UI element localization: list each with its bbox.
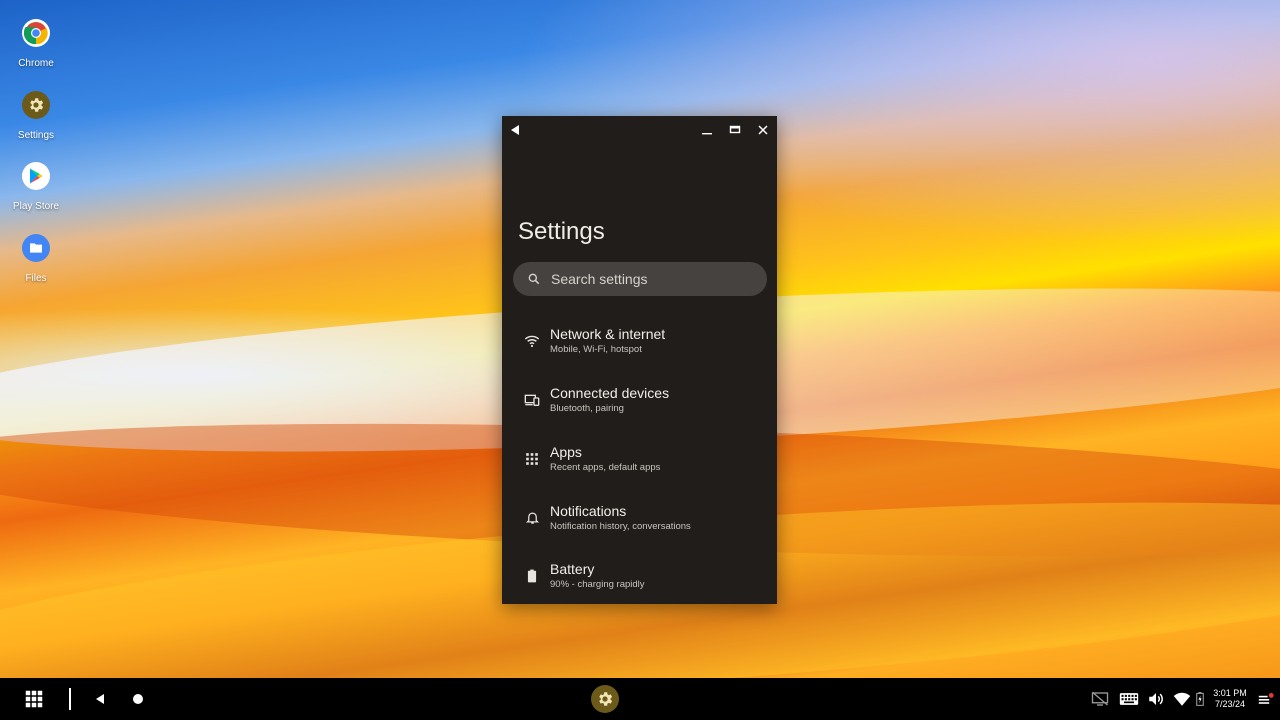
search-bar[interactable] (513, 262, 767, 296)
settings-item-subtitle: 90% - charging rapidly (550, 579, 645, 591)
clock-date: 7/23/24 (1214, 699, 1246, 709)
minimize-icon[interactable] (696, 120, 718, 140)
wifi-icon (522, 331, 542, 351)
settings-list: Network & internet Mobile, Wi-Fi, hotspo… (502, 312, 777, 604)
screen-cast-off-icon[interactable] (1090, 689, 1110, 709)
settings-window: Settings Network & internet Mobile, Wi-F… (502, 116, 777, 604)
taskbar: 3:01 PM 7/23/24 (0, 678, 1280, 720)
settings-item-title: Connected devices (550, 385, 670, 402)
desktop-icon-label: Chrome (18, 58, 54, 69)
settings-item-title: Battery (550, 561, 595, 578)
desktop-icon-play-store[interactable]: Play Store (0, 157, 72, 229)
desktop-icon-files[interactable]: Files (0, 229, 72, 301)
folder-icon (22, 233, 50, 262)
settings-item-title: Apps (550, 443, 582, 460)
settings-gear-icon (22, 90, 50, 119)
settings-item-battery[interactable]: Battery 90% - charging rapidly (502, 547, 777, 604)
search-icon (527, 272, 541, 286)
desktop-icon-label: Files (25, 272, 47, 284)
bell-icon (522, 508, 542, 528)
settings-item-subtitle: Mobile, Wi-Fi, hotspot (550, 344, 642, 356)
desktop-icon-settings[interactable]: Settings (0, 86, 72, 158)
close-icon[interactable] (752, 120, 774, 140)
settings-item-subtitle: Recent apps, default apps (550, 461, 661, 473)
clock-time: 3:01 PM (1213, 688, 1247, 698)
keyboard-icon[interactable] (1118, 689, 1140, 709)
battery-icon (522, 566, 542, 586)
nav-back-icon[interactable] (92, 691, 108, 707)
volume-icon[interactable] (1146, 689, 1166, 709)
wifi-status-icon[interactable] (1172, 689, 1192, 709)
settings-item-subtitle: Notification history, conversations (550, 520, 691, 532)
clock[interactable]: 3:01 PM 7/23/24 (1210, 688, 1250, 710)
settings-item-apps[interactable]: Apps Recent apps, default apps (502, 430, 777, 489)
settings-item-notifications[interactable]: Notifications Notification history, conv… (502, 488, 777, 547)
maximize-icon[interactable] (724, 120, 746, 140)
devices-icon (522, 390, 542, 410)
settings-item-connected-devices[interactable]: Connected devices Bluetooth, pairing (502, 371, 777, 430)
app-launcher-icon[interactable] (24, 689, 44, 709)
settings-item-title: Notifications (550, 502, 627, 519)
back-arrow-icon[interactable] (504, 120, 526, 140)
page-title: Settings (518, 218, 605, 245)
nav-home-icon[interactable] (130, 691, 146, 707)
window-titlebar[interactable] (502, 116, 777, 144)
settings-gear-icon (596, 690, 614, 708)
taskbar-divider (69, 688, 71, 710)
desktop-icon-label: Play Store (12, 201, 60, 212)
notifications-icon[interactable] (1257, 690, 1275, 708)
apps-grid-icon (522, 449, 542, 469)
settings-item-title: Network & internet (550, 326, 666, 343)
desktop-icons: Chrome Settings Play Store Files (0, 14, 72, 300)
taskbar-settings-app[interactable] (591, 685, 619, 713)
settings-item-subtitle: Bluetooth, pairing (550, 403, 624, 415)
battery-charging-icon[interactable] (1194, 690, 1206, 708)
search-input[interactable] (551, 271, 751, 287)
desktop-icon-chrome[interactable]: Chrome (0, 14, 72, 86)
settings-item-network[interactable]: Network & internet Mobile, Wi-Fi, hotspo… (502, 312, 777, 371)
play-store-icon (22, 162, 50, 190)
chrome-icon (22, 19, 50, 47)
desktop-icon-label: Settings (17, 129, 55, 141)
